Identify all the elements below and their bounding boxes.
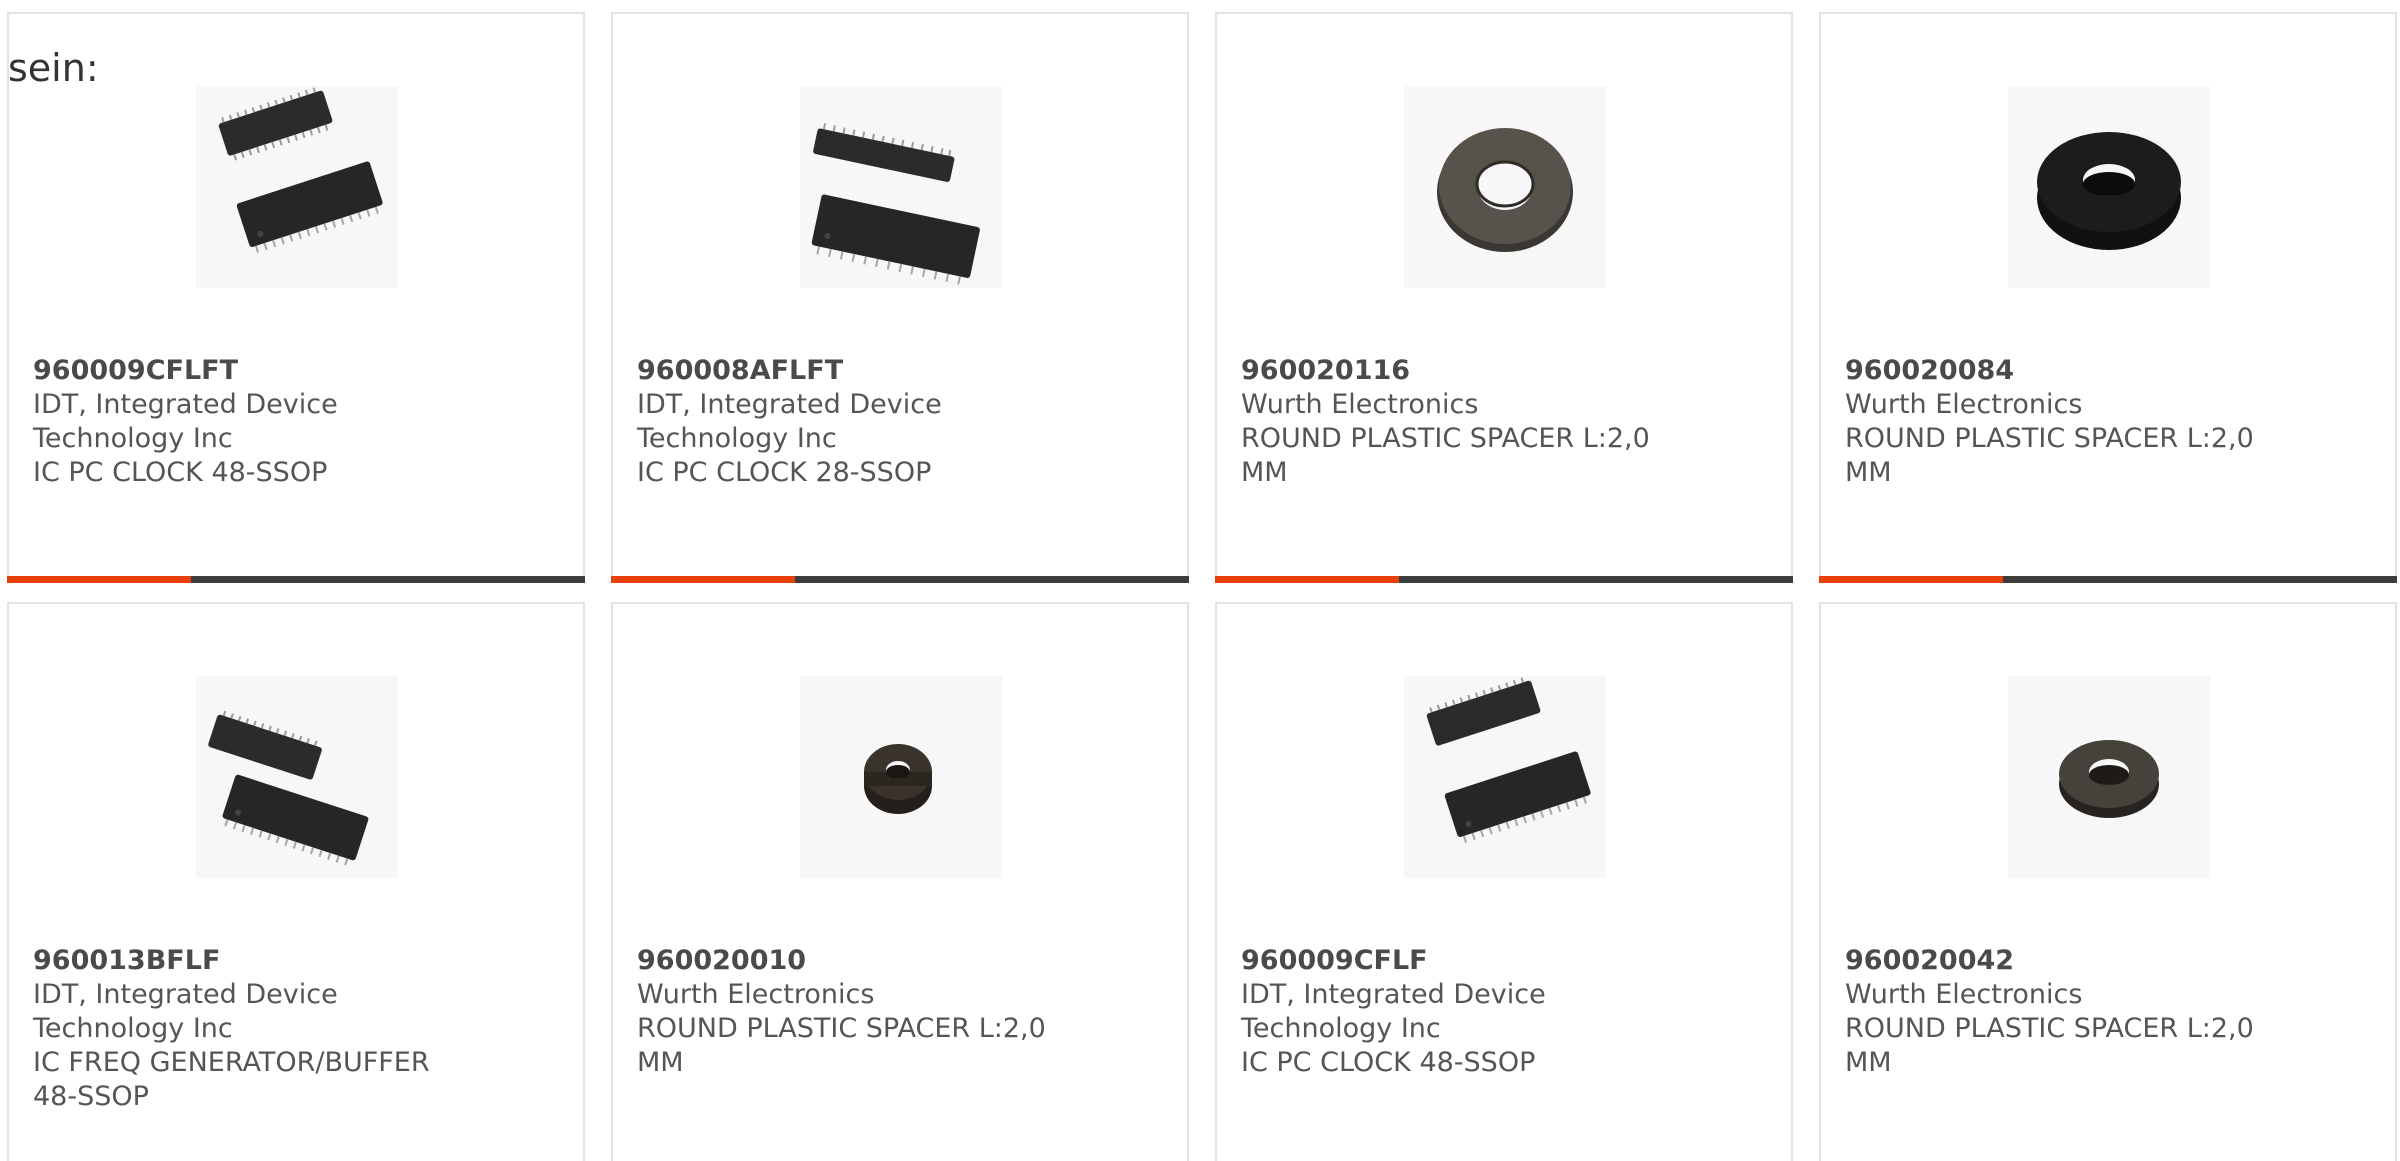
description-continued: 48-SSOP <box>33 1081 149 1112</box>
part-number-link[interactable]: 960020116 <box>1241 354 1661 388</box>
round-spacer-icon[interactable] <box>2008 676 2210 878</box>
description: IC PC CLOCK 48-SSOP <box>33 457 328 488</box>
part-number-link[interactable]: 960020042 <box>1845 944 2265 978</box>
description: IC FREQ GENERATOR/BUFFER <box>33 1047 430 1078</box>
description-continued: MM <box>637 1047 684 1078</box>
product-card[interactable]: 960008AFLFT IDT, Integrated Device Techn… <box>611 12 1189 583</box>
ssop-chip-icon[interactable] <box>800 86 1002 288</box>
product-card[interactable]: 960013BFLF IDT, Integrated Device Techno… <box>7 602 585 1161</box>
card-accent-bar <box>1819 576 2397 583</box>
product-grid-page: sein: 960009CFLFT IDT, Integrated Device… <box>0 0 2400 1161</box>
ssop-chip-icon[interactable] <box>1404 676 1606 878</box>
ssop-chip-icon[interactable] <box>196 86 398 288</box>
accent-segment <box>611 576 795 583</box>
description: ROUND PLASTIC SPACER L:2,0 <box>1845 423 2254 454</box>
round-spacer-icon[interactable] <box>1404 86 1606 288</box>
card-accent-bar <box>611 576 1189 583</box>
prefix-text: sein: <box>8 46 99 90</box>
manufacturer-continued: Technology Inc <box>33 1013 233 1044</box>
round-spacer-icon[interactable] <box>2008 86 2210 288</box>
product-info: 960020084 Wurth Electronics ROUND PLASTI… <box>1845 354 2265 490</box>
manufacturer: Wurth Electronics <box>1241 389 1479 420</box>
manufacturer: Wurth Electronics <box>1845 389 2083 420</box>
product-card[interactable]: 960020010 Wurth Electronics ROUND PLASTI… <box>611 602 1189 1161</box>
manufacturer-continued: Technology Inc <box>637 423 837 454</box>
accent-segment <box>1215 576 1399 583</box>
product-card[interactable]: 960009CFLFT IDT, Integrated Device Techn… <box>7 12 585 583</box>
round-spacer-icon[interactable] <box>800 676 1002 878</box>
product-card[interactable]: 960020042 Wurth Electronics ROUND PLASTI… <box>1819 602 2397 1161</box>
product-card[interactable]: 960020116 Wurth Electronics ROUND PLASTI… <box>1215 12 1793 583</box>
description: ROUND PLASTIC SPACER L:2,0 <box>1845 1013 2254 1044</box>
manufacturer: Wurth Electronics <box>637 979 875 1010</box>
description-continued: MM <box>1241 457 1288 488</box>
manufacturer: IDT, Integrated Device <box>637 389 942 420</box>
manufacturer: IDT, Integrated Device <box>33 979 338 1010</box>
product-info: 960020116 Wurth Electronics ROUND PLASTI… <box>1241 354 1661 490</box>
manufacturer: Wurth Electronics <box>1845 979 2083 1010</box>
manufacturer-continued: Technology Inc <box>33 423 233 454</box>
part-number-link[interactable]: 960020084 <box>1845 354 2265 388</box>
description: IC PC CLOCK 48-SSOP <box>1241 1047 1536 1078</box>
product-info: 960020042 Wurth Electronics ROUND PLASTI… <box>1845 944 2265 1080</box>
part-number-link[interactable]: 960009CFLF <box>1241 944 1661 978</box>
product-card[interactable]: 960020084 Wurth Electronics ROUND PLASTI… <box>1819 12 2397 583</box>
product-info: 960013BFLF IDT, Integrated Device Techno… <box>33 944 453 1114</box>
part-number-link[interactable]: 960013BFLF <box>33 944 453 978</box>
manufacturer: IDT, Integrated Device <box>1241 979 1546 1010</box>
product-info: 960009CFLF IDT, Integrated Device Techno… <box>1241 944 1661 1080</box>
manufacturer: IDT, Integrated Device <box>33 389 338 420</box>
description: ROUND PLASTIC SPACER L:2,0 <box>637 1013 1046 1044</box>
product-info: 960008AFLFT IDT, Integrated Device Techn… <box>637 354 1057 490</box>
description: ROUND PLASTIC SPACER L:2,0 <box>1241 423 1650 454</box>
accent-segment <box>7 576 191 583</box>
description-continued: MM <box>1845 1047 1892 1078</box>
card-accent-bar <box>1215 576 1793 583</box>
ssop-chip-icon[interactable] <box>196 676 398 878</box>
product-info: 960009CFLFT IDT, Integrated Device Techn… <box>33 354 453 490</box>
product-info: 960020010 Wurth Electronics ROUND PLASTI… <box>637 944 1057 1080</box>
manufacturer-continued: Technology Inc <box>1241 1013 1441 1044</box>
description: IC PC CLOCK 28-SSOP <box>637 457 932 488</box>
product-card[interactable]: 960009CFLF IDT, Integrated Device Techno… <box>1215 602 1793 1161</box>
description-continued: MM <box>1845 457 1892 488</box>
part-number-link[interactable]: 960020010 <box>637 944 1057 978</box>
card-accent-bar <box>7 576 585 583</box>
accent-segment <box>1819 576 2003 583</box>
part-number-link[interactable]: 960008AFLFT <box>637 354 1057 388</box>
part-number-link[interactable]: 960009CFLFT <box>33 354 453 388</box>
